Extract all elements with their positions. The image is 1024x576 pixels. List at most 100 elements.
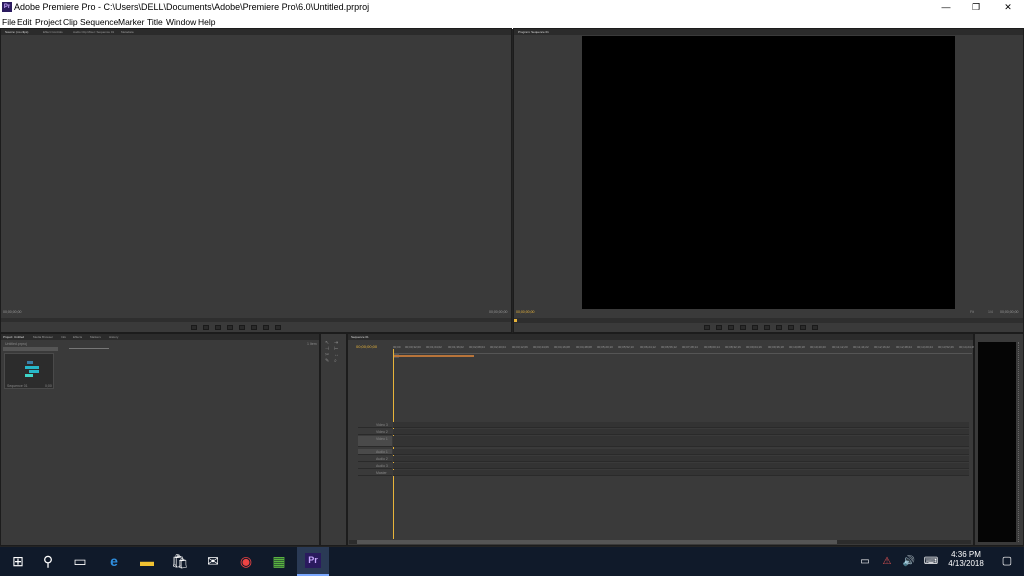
pen-tool-icon[interactable]: ✎ (325, 358, 329, 364)
insert-button[interactable] (251, 325, 257, 330)
play-button[interactable] (752, 325, 758, 330)
minimize-button[interactable]: — (932, 0, 960, 15)
playhead-marker[interactable] (514, 319, 517, 322)
mark-out-button[interactable] (203, 325, 209, 330)
tab-media-browser[interactable]: Media Browser (33, 335, 53, 339)
lift-button[interactable] (788, 325, 794, 330)
track-header-audio-3[interactable]: Audio 3 (358, 463, 392, 469)
tab-info[interactable]: Info (61, 335, 66, 339)
menu-marker[interactable]: Marker (118, 17, 144, 27)
go-to-out-button[interactable] (776, 325, 782, 330)
chrome-icon[interactable]: ◉ (231, 547, 261, 576)
menu-title[interactable]: Title (147, 17, 163, 27)
thumbnail-size-slider[interactable] (69, 348, 109, 349)
tab-sequence[interactable]: Sequence 01 (351, 335, 369, 339)
menu-edit[interactable]: Edit (17, 17, 32, 27)
track-lane-audio-2[interactable] (393, 456, 969, 462)
title-bar: Pr Adobe Premiere Pro - C:\Users\DELL\Do… (0, 0, 1024, 15)
task-view-icon[interactable]: ▭ (65, 547, 95, 576)
go-to-in-button[interactable] (728, 325, 734, 330)
menu-project[interactable]: Project (35, 17, 61, 27)
store-icon[interactable]: 🛍 (165, 547, 195, 576)
track-header-video-2[interactable]: Video 2 (358, 429, 392, 435)
clock-time: 4:36 PM (951, 550, 981, 559)
ruler-tick: 00;08;32;16 (725, 345, 741, 349)
notification-icon[interactable]: ▢ (992, 547, 1022, 576)
menu-help[interactable]: Help (198, 17, 215, 27)
photos-icon[interactable]: ▦ (264, 547, 294, 576)
menu-window[interactable]: Window (166, 17, 196, 27)
file-explorer-icon[interactable]: ▬ (132, 547, 162, 576)
track-lane-audio-1[interactable] (393, 449, 969, 455)
mark-in-button[interactable] (191, 325, 197, 330)
zoom-tool-icon[interactable]: ⌕ (334, 358, 337, 364)
track-lane-audio-3[interactable] (393, 463, 969, 469)
track-lane-video-1[interactable] (393, 436, 969, 447)
menu-file[interactable]: File (2, 17, 16, 27)
work-area-bar[interactable] (394, 355, 474, 357)
tab-audio-clip-mixer[interactable]: Audio Clip Mixer: Sequence 01 (73, 30, 114, 34)
export-frame-button[interactable] (812, 325, 818, 330)
tab-markers[interactable]: Markers (90, 335, 101, 339)
overwrite-button[interactable] (263, 325, 269, 330)
export-frame-button[interactable] (275, 325, 281, 330)
search-input[interactable] (3, 347, 58, 351)
track-header-video-1[interactable]: Video 1 (358, 436, 392, 447)
ruler-tick: 00;02;08;04 (469, 345, 485, 349)
track-header-audio-1[interactable]: Audio 1 (358, 449, 392, 455)
tab-project[interactable]: Project: Untitled (3, 335, 24, 339)
source-scrub-bar[interactable] (1, 318, 511, 322)
track-header-master[interactable]: Master (358, 470, 392, 476)
premiere-taskbar-button[interactable]: Pr (297, 547, 329, 576)
track-header-video-3[interactable]: Video 3 (358, 422, 392, 428)
keyboard-icon[interactable]: ⌨ (916, 547, 946, 576)
restore-button[interactable]: ❐ (962, 0, 990, 15)
tab-history[interactable]: History (109, 335, 118, 339)
edge-icon[interactable]: e (99, 547, 129, 576)
track-lane-master[interactable] (393, 470, 969, 476)
track-header-audio-2[interactable]: Audio 2 (358, 456, 392, 462)
mark-out-button[interactable] (716, 325, 722, 330)
resolution-dropdown[interactable]: 1/4 (988, 310, 993, 314)
premiere-taskbar-icon: Pr (305, 553, 321, 568)
play-button[interactable] (227, 325, 233, 330)
menu-sequence[interactable]: Sequence (80, 17, 118, 27)
audio-meter (978, 342, 1016, 542)
timeline-scrollbar[interactable] (349, 540, 971, 544)
clock[interactable]: 4:36 PM 4/13/2018 (944, 550, 988, 574)
sequence-thumbnail[interactable]: Sequence 01 0;00 (4, 353, 54, 389)
extract-button[interactable] (800, 325, 806, 330)
track-lane-video-3[interactable] (393, 422, 969, 428)
mark-in-button[interactable] (704, 325, 710, 330)
step-forward-button[interactable] (239, 325, 245, 330)
tab-source[interactable]: Source: (no clips) (5, 30, 28, 34)
ruler-tick: 00;11;44;22 (853, 345, 869, 349)
step-forward-button[interactable] (764, 325, 770, 330)
menu-clip[interactable]: Clip (63, 17, 78, 27)
fit-dropdown[interactable]: Fit (970, 310, 974, 314)
tab-effects[interactable]: Effects (73, 335, 82, 339)
tab-metadata[interactable]: Metadata (121, 30, 134, 34)
timeline-scroll-thumb[interactable] (357, 540, 837, 544)
source-duration: 00;00;00;00 (489, 310, 508, 314)
program-scrub-bar[interactable] (514, 318, 1023, 323)
start-icon[interactable]: ⊞ (3, 547, 33, 576)
mail-icon[interactable]: ✉ (198, 547, 228, 576)
search-icon[interactable]: ⚲ (33, 547, 63, 576)
ruler-tick: 00;00;32;00 (405, 345, 421, 349)
step-back-button[interactable] (215, 325, 221, 330)
sequence-icon (25, 361, 39, 377)
tools-panel: ↖ ⇥ ⊣ ⊢ ✂ ↔ ✎ ⌕ (320, 333, 347, 546)
timeline-tab-strip: Sequence 01 (348, 334, 973, 340)
source-timecode: 00;00;00;00 (3, 310, 22, 314)
tab-effect-controls[interactable]: Effect Controls (43, 30, 63, 34)
tab-program[interactable]: Program: Sequence 01 (518, 30, 549, 34)
ruler-tick: 00;04;48;08 (576, 345, 592, 349)
project-panel: Project: Untitled Media Browser Info Eff… (0, 333, 320, 546)
step-back-button[interactable] (740, 325, 746, 330)
track-lane-video-2[interactable] (393, 429, 969, 435)
track-name: Video 1 (376, 437, 388, 441)
close-button[interactable]: ✕ (994, 0, 1022, 15)
ruler-tick: 00;12;16;22 (874, 345, 890, 349)
program-timecode: 00;00;00;00 (516, 310, 535, 314)
